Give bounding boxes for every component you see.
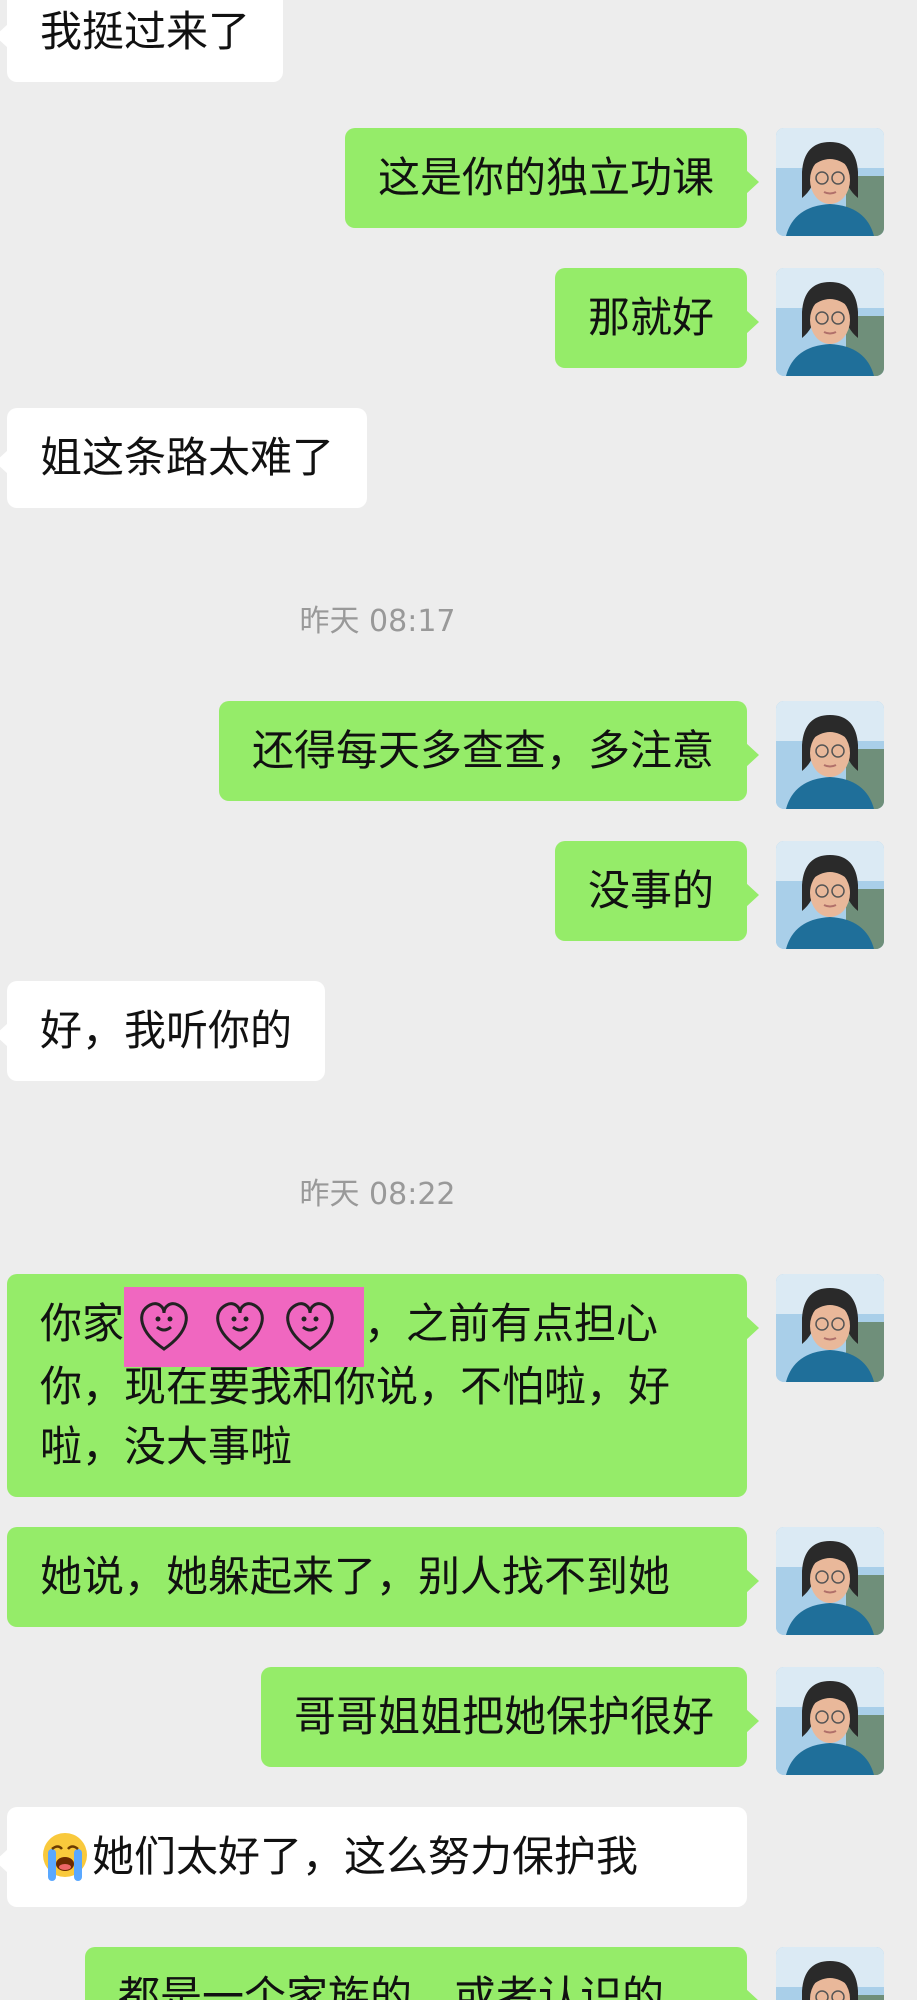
avatar[interactable] [776,701,884,809]
loudly-crying-face-icon [40,1831,90,1883]
message-text: 这是你的独立功课 [377,153,714,202]
avatar[interactable] [776,1667,884,1775]
message-text: 姐这条路太难了 [40,433,335,482]
message-incoming[interactable]: 姐这条路太难了 [0,408,368,508]
avatar[interactable] [776,1527,884,1635]
message-incoming[interactable]: 好，我听你的 [0,981,326,1081]
pink-hearts-sticker [124,1286,365,1367]
message-outgoing[interactable]: 都是一个家族的，或者认识的 [85,1947,759,2000]
message-outgoing[interactable]: 这是你的独立功课 [344,128,760,228]
message-outgoing[interactable]: 哥哥姐姐把她保护很好 [260,1667,760,1767]
message-incoming[interactable]: 我挺过来了 [0,0,284,82]
message-text: 那就好 [587,293,714,342]
message-text: 我挺过来了 [40,7,251,56]
message-text: 哥哥姐姐把她保护很好 [293,1692,714,1741]
timestamp: 昨天 08:22 [299,1177,456,1212]
timestamp: 昨天 08:17 [299,604,456,639]
message-text: 还得每天多查查，多注意 [251,726,714,775]
message-outgoing[interactable]: 还得每天多查查，多注意 [218,701,760,801]
message-incoming[interactable]: 她们太好了，这么努力保护我 [0,1807,747,1907]
message-text: 没事的 [587,866,714,915]
message-text: 她们太好了，这么努力保护我 [92,1832,639,1881]
message-text-before: 你家 [40,1299,125,1348]
message-outgoing[interactable]: 你家 ，之前有点担心你，现在要我和你说，不怕啦，好啦，没大事啦 [7,1274,759,1497]
avatar[interactable] [776,1274,884,1382]
avatar[interactable] [776,268,884,376]
message-text: 都是一个家族的，或者认识的 [118,1972,665,2000]
message-outgoing[interactable]: 那就好 [554,268,760,368]
avatar[interactable] [776,128,884,236]
message-outgoing[interactable]: 她说，她躲起来了，别人找不到她 [7,1527,759,1627]
message-text: 她说，她躲起来了，别人找不到她 [40,1552,671,1601]
avatar[interactable] [776,1947,884,2000]
chat-conversation: 我挺过来了 这是你的独立功课 那就好 姐这条路太难了 昨天 08:17 还得每天… [0,0,917,2000]
avatar[interactable] [776,841,884,949]
message-outgoing[interactable]: 没事的 [554,841,760,941]
message-text: 好，我听你的 [40,1006,293,1055]
